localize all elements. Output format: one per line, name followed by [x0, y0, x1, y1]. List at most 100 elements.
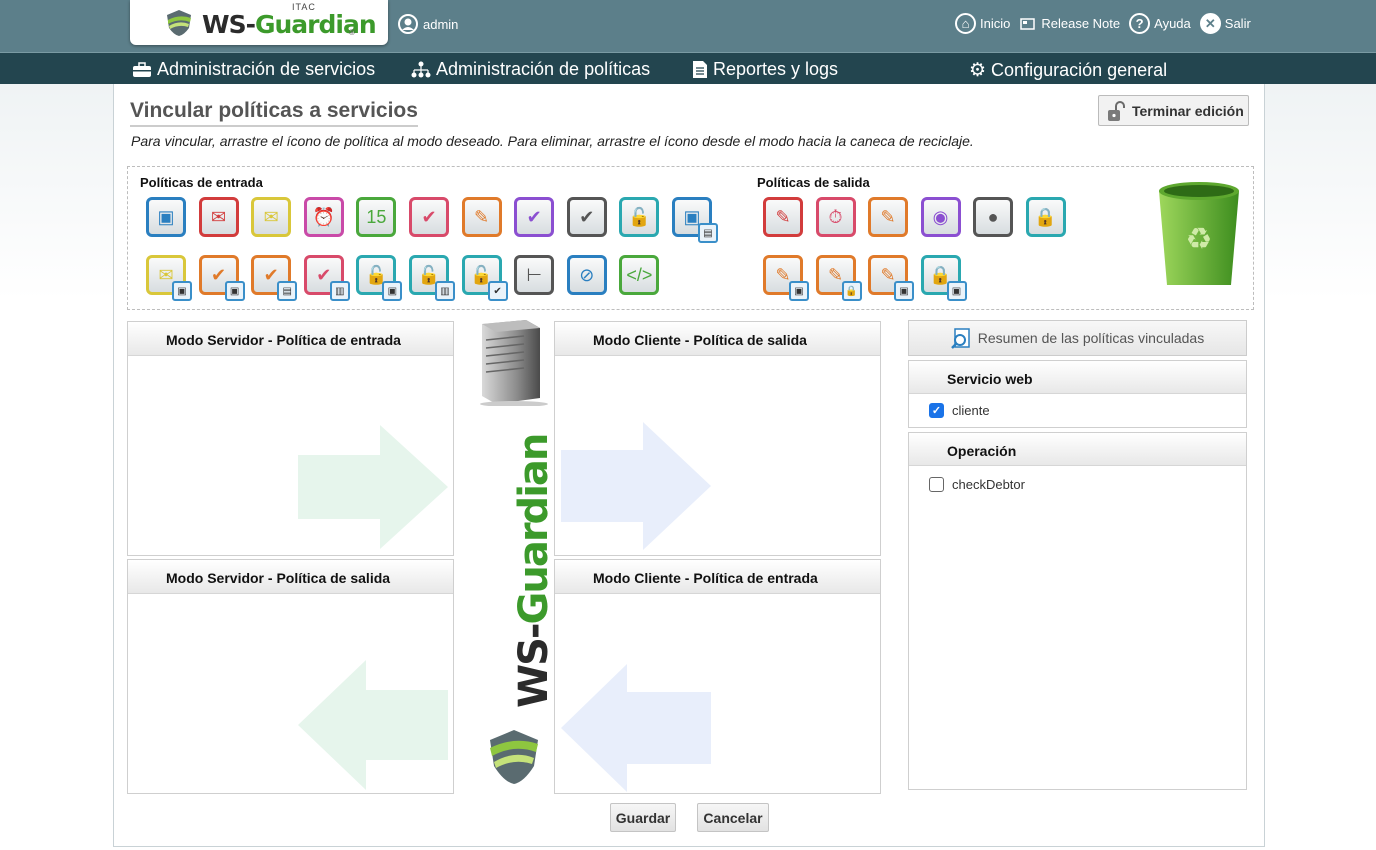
policy-sub-badge: ✔ — [487, 281, 508, 301]
check-sign-sub-icon[interactable]: ✔ ▣ — [198, 255, 245, 301]
policy-sub-badge: ▣ — [224, 281, 245, 301]
dropzone-server-in[interactable]: Modo Servidor - Política de entrada — [127, 321, 454, 556]
certificate-icon[interactable]: ▣ — [146, 197, 186, 237]
policy-glyph: ● — [987, 206, 999, 227]
app-logo[interactable]: ITAC WS-Guardian ® — [130, 0, 388, 45]
policy-glyph: ⏱ — [828, 206, 843, 227]
calendar-icon[interactable]: 15 — [356, 197, 397, 237]
unlock-icon[interactable]: 🔓 — [619, 197, 660, 237]
policy-glyph: ✎ — [827, 264, 844, 285]
check-sign-sub3-icon[interactable]: ✔ ▥ — [303, 255, 350, 301]
svg-text:♻: ♻ — [1186, 222, 1213, 257]
mode-heading: Modo Servidor - Política de entrada — [128, 322, 453, 356]
link-label: Salir — [1224, 16, 1251, 31]
policy-sub-badge: ▣ — [382, 281, 403, 301]
recycle-bin-icon[interactable]: ♻ — [1153, 179, 1245, 291]
close-icon: ✕ — [1199, 13, 1221, 34]
check-person-icon[interactable]: ✔ — [566, 197, 607, 237]
policy-glyph: 🔓 — [628, 206, 651, 227]
policy-glyph: ⊘ — [579, 264, 595, 285]
signature-lock-sub-icon[interactable]: ✎ ▣ — [868, 255, 914, 301]
summary-button-label: Resumen de las políticas vinculadas — [977, 330, 1205, 346]
mode-heading: Modo Servidor - Política de salida — [128, 560, 453, 594]
input-policies-label: Políticas de entrada — [140, 175, 263, 190]
link-inicio[interactable]: ⌂ Inicio — [955, 13, 1010, 34]
home-icon: ⌂ — [955, 13, 976, 34]
main-nav: Administración de servicios Administraci… — [0, 52, 1376, 84]
cancel-button[interactable]: Cancelar — [697, 803, 769, 832]
certificate-sub-icon[interactable]: ▣ ▤ — [672, 197, 718, 243]
policy-sub-badge: ▥ — [435, 281, 455, 301]
nav-services[interactable]: Administración de servicios — [132, 59, 375, 80]
document-icon — [693, 61, 707, 78]
link-release-note[interactable]: Release Note — [1019, 16, 1120, 32]
pipe-icon[interactable]: ⊢ — [514, 255, 555, 295]
dropzone-client-out[interactable]: Modo Cliente - Política de salida — [554, 321, 881, 556]
operation-checkbox[interactable] — [929, 477, 944, 492]
envelope-sub-icon[interactable]: ✉ ▣ — [146, 255, 192, 301]
policy-glyph: ◉ — [932, 206, 949, 227]
shield-logo-icon — [167, 10, 191, 36]
note-icon — [1020, 17, 1036, 30]
top-links: ⌂ Inicio Release Note ? Ayuda ✕ Salir — [955, 13, 1260, 34]
xml-shield-icon[interactable]: </> — [619, 255, 660, 295]
lock-sub-icon[interactable]: 🔒 ▣ — [920, 255, 967, 301]
policies-palette: Políticas de entrada Políticas de salida… — [127, 166, 1254, 310]
stamp-icon[interactable]: ✉ — [198, 197, 239, 237]
signature-icon[interactable]: ✎ — [461, 197, 502, 237]
unlock-sign-sub-icon[interactable]: 🔓 ✔ — [461, 255, 508, 301]
finish-edit-button[interactable]: Terminar edición — [1098, 95, 1249, 126]
timer-icon[interactable]: ⏱ — [815, 197, 856, 237]
gear-icon: ⚙ — [969, 60, 987, 81]
link-salir[interactable]: ✕ Salir — [1199, 13, 1251, 34]
policy-glyph: ⏰ — [312, 206, 335, 227]
dropzone-client-in[interactable]: Modo Cliente - Política de entrada — [554, 559, 881, 794]
alarm-clock-icon[interactable]: ⏰ — [303, 197, 344, 237]
sign-cert-icon[interactable]: ✎ — [763, 197, 803, 237]
instructions-text: Para vincular, arrastre el ícono de polí… — [131, 133, 974, 149]
check-sign-sub2-icon[interactable]: ✔ ▤ — [251, 255, 298, 301]
policy-glyph: ✉ — [263, 206, 279, 227]
mode-heading: Modo Cliente - Política de entrada — [555, 560, 880, 594]
finish-edit-label: Terminar edición — [1132, 102, 1244, 119]
person-icon[interactable]: ● — [973, 197, 1013, 237]
user-icon — [398, 14, 418, 34]
service-checkbox[interactable]: ✓ — [929, 403, 944, 418]
unlock-sub-icon[interactable]: 🔓 ▣ — [356, 255, 403, 301]
no-cert-icon[interactable]: ⊘ — [566, 255, 607, 295]
signature-out-icon[interactable]: ✎ — [868, 197, 908, 237]
unlock-sub2-icon[interactable]: 🔓 ▥ — [409, 255, 455, 301]
policy-sub-badge: ▥ — [329, 281, 350, 301]
logo-registered: ® — [349, 28, 355, 37]
operation-heading: Operación — [909, 433, 1246, 466]
signature-sub-icon[interactable]: ✎ ▣ — [763, 255, 809, 301]
policy-sub-badge: ▣ — [894, 281, 914, 301]
save-button[interactable]: Guardar — [610, 803, 676, 832]
user-circle-icon[interactable]: ◉ — [920, 197, 961, 237]
check-user-icon[interactable]: ✔ — [514, 197, 555, 237]
operation-option[interactable]: checkDebtor — [909, 477, 1246, 492]
policy-sub-badge: ▣ — [946, 281, 967, 301]
search-icon — [950, 328, 970, 349]
lock-icon[interactable]: 🔒 — [1025, 197, 1066, 237]
envelope-icon[interactable]: ✉ — [251, 197, 292, 237]
policy-glyph: ▣ — [157, 206, 175, 227]
nav-config[interactable]: ⚙ Configuración general — [969, 59, 1167, 82]
policy-glyph: ✉ — [211, 206, 227, 227]
service-option[interactable]: ✓ cliente — [909, 403, 1246, 418]
policy-glyph: ⊢ — [526, 264, 543, 285]
signature-lock-icon[interactable]: ✎ 🔒 — [815, 255, 862, 301]
nav-policies[interactable]: Administración de políticas — [411, 59, 650, 80]
service-heading: Servicio web — [909, 361, 1246, 394]
summary-button[interactable]: Resumen de las políticas vinculadas — [908, 320, 1247, 356]
policy-sub-badge: ▤ — [277, 281, 298, 301]
link-ayuda[interactable]: ? Ayuda — [1129, 13, 1191, 34]
check-timer-icon[interactable]: ✔ — [409, 197, 449, 237]
dropzone-server-out[interactable]: Modo Servidor - Política de salida — [127, 559, 454, 794]
user-menu[interactable]: admin — [398, 14, 458, 34]
policy-glyph: ✔ — [579, 206, 595, 227]
nav-reports[interactable]: Reportes y logs — [692, 59, 838, 80]
link-label: Ayuda — [1154, 16, 1191, 31]
policy-glyph: ✔ — [211, 264, 227, 285]
svg-text:WS-Guardian: WS-Guardian — [511, 435, 557, 708]
